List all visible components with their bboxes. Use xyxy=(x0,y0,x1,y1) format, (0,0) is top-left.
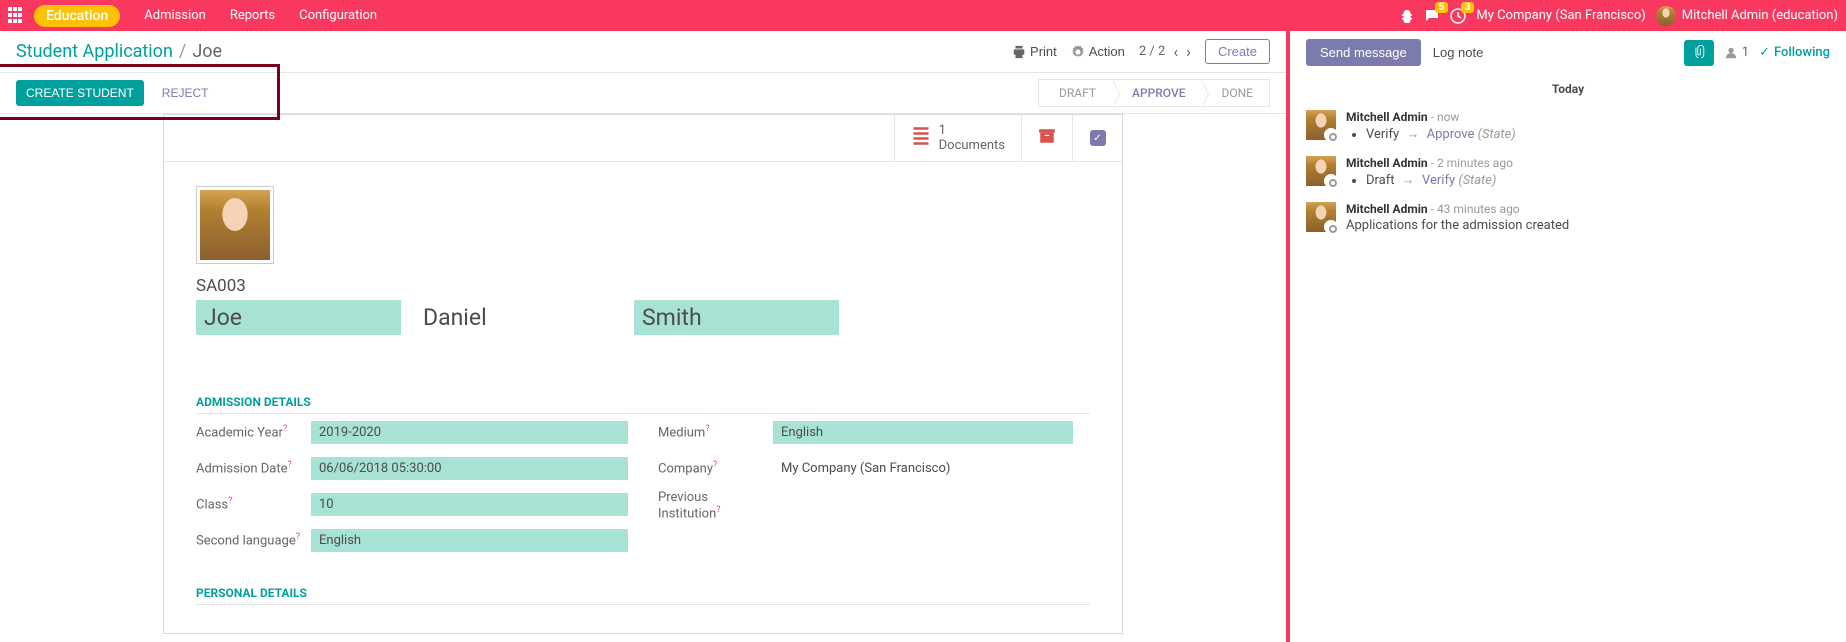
apps-icon[interactable] xyxy=(8,7,26,25)
section-personal-details: PERSONAL DETAILS xyxy=(196,586,1090,605)
student-avatar[interactable] xyxy=(196,186,274,264)
message-item: Mitchell Admin - now Verify → Approve (S… xyxy=(1290,104,1846,150)
documents-icon xyxy=(911,126,931,151)
field-second-language[interactable]: English xyxy=(311,529,628,552)
arrow-icon: → xyxy=(1406,127,1419,142)
field-medium[interactable]: English xyxy=(773,421,1073,444)
middle-name-field[interactable]: Daniel xyxy=(415,300,620,335)
reject-button[interactable]: REJECT xyxy=(152,80,219,106)
documents-count: 1 xyxy=(939,123,1005,138)
tracking-field: (State) xyxy=(1458,173,1496,188)
status-steps: DRAFT APPROVE DONE xyxy=(1038,79,1270,107)
message-item: Mitchell Admin - 43 minutes ago Applicat… xyxy=(1290,196,1846,239)
send-message-button[interactable]: Send message xyxy=(1306,39,1421,66)
label-medium: Medium? xyxy=(658,424,773,440)
field-class[interactable]: 10 xyxy=(311,493,628,516)
user-avatar-icon xyxy=(1656,6,1676,26)
status-step-done[interactable]: DONE xyxy=(1201,79,1270,107)
student-code: SA003 xyxy=(196,276,1090,296)
tracking-field: (State) xyxy=(1478,127,1516,142)
followers-count[interactable]: 1 xyxy=(1724,45,1749,60)
following-button[interactable]: ✓ Following xyxy=(1759,45,1830,60)
paperclip-icon xyxy=(1692,44,1706,58)
message-author[interactable]: Mitchell Admin xyxy=(1346,110,1428,124)
avatar[interactable] xyxy=(1306,110,1336,140)
tracking-new[interactable]: Verify xyxy=(1422,173,1455,188)
message-time: - 2 minutes ago xyxy=(1431,156,1513,170)
documents-button[interactable]: 1 Documents xyxy=(894,115,1021,161)
pager-value[interactable]: 2 / 2 xyxy=(1139,44,1165,59)
breadcrumb-root[interactable]: Student Application xyxy=(16,41,173,62)
debug-icon[interactable] xyxy=(1400,9,1414,23)
last-name-field[interactable]: Smith xyxy=(634,300,839,335)
chatter: Send message Log note 1 ✓ Following Toda… xyxy=(1290,31,1846,642)
check-icon: ✓ xyxy=(1759,45,1770,60)
button-box: 1 Documents ✓ xyxy=(164,115,1122,162)
label-admission-date: Admission Date? xyxy=(196,460,311,476)
user-name: Mitchell Admin (education) xyxy=(1682,8,1838,23)
check-icon: ✓ xyxy=(1090,130,1106,146)
log-note-button[interactable]: Log note xyxy=(1433,45,1484,60)
message-body: Applications for the admission created xyxy=(1346,218,1830,233)
breadcrumb: Student Application / Joe xyxy=(16,41,222,62)
pager-next-icon[interactable]: › xyxy=(1186,42,1191,61)
print-icon xyxy=(1012,45,1026,59)
label-academic-year: Academic Year? xyxy=(196,424,311,440)
status-step-approve[interactable]: APPROVE xyxy=(1112,79,1202,107)
field-company[interactable]: My Company (San Francisco) xyxy=(773,457,1090,480)
nav-link-configuration[interactable]: Configuration xyxy=(287,8,389,23)
activity-badge: 3 xyxy=(1461,2,1475,13)
message-item: Mitchell Admin - 2 minutes ago Draft → V… xyxy=(1290,150,1846,196)
tracking-new[interactable]: Approve xyxy=(1427,127,1475,142)
brand-pill[interactable]: Education xyxy=(34,5,120,27)
breadcrumb-sep: / xyxy=(179,41,186,62)
clock-icon[interactable]: 3 xyxy=(1450,8,1466,24)
archive-icon xyxy=(1038,127,1056,149)
label-second-language: Second language? xyxy=(196,532,311,548)
control-panel: Student Application / Joe Print Action 2… xyxy=(0,31,1286,72)
message-time: - now xyxy=(1431,110,1460,124)
documents-label: Documents xyxy=(939,138,1005,153)
archive-button[interactable] xyxy=(1021,115,1072,161)
form-sheet: 1 Documents ✓ xyxy=(163,114,1123,634)
tracking-old: Draft xyxy=(1366,173,1395,188)
company-switcher[interactable]: My Company (San Francisco) xyxy=(1476,8,1645,23)
avatar[interactable] xyxy=(1306,156,1336,186)
active-toggle[interactable]: ✓ xyxy=(1072,115,1122,161)
message-time: - 43 minutes ago xyxy=(1431,202,1520,216)
nav-link-admission[interactable]: Admission xyxy=(132,8,218,23)
field-admission-date[interactable]: 06/06/2018 05:30:00 xyxy=(311,457,628,480)
label-previous-institution: Previous Institution? xyxy=(658,490,773,521)
section-admission-details: ADMISSION DETAILS xyxy=(196,395,1090,414)
field-previous-institution[interactable] xyxy=(773,502,1090,510)
avatar[interactable] xyxy=(1306,202,1336,232)
chat-badge: 5 xyxy=(1435,2,1449,13)
label-class: Class? xyxy=(196,496,311,512)
label-company: Company? xyxy=(658,460,773,476)
status-step-draft[interactable]: DRAFT xyxy=(1038,79,1112,107)
pager: 2 / 2 ‹ › xyxy=(1139,42,1191,61)
action-button[interactable]: Action xyxy=(1071,44,1125,59)
arrow-icon: → xyxy=(1402,173,1415,188)
create-student-button[interactable]: CREATE STUDENT xyxy=(16,80,144,106)
breadcrumb-current: Joe xyxy=(192,41,222,62)
field-academic-year[interactable]: 2019-2020 xyxy=(311,421,628,444)
user-menu[interactable]: Mitchell Admin (education) xyxy=(1656,6,1838,26)
date-separator: Today xyxy=(1290,74,1846,104)
tracking-old: Verify xyxy=(1366,127,1399,142)
first-name-field[interactable]: Joe xyxy=(196,300,401,335)
attach-button[interactable] xyxy=(1684,40,1714,66)
nav-link-reports[interactable]: Reports xyxy=(218,8,287,23)
message-author[interactable]: Mitchell Admin xyxy=(1346,202,1428,216)
message-author[interactable]: Mitchell Admin xyxy=(1346,156,1428,170)
print-button[interactable]: Print xyxy=(1012,44,1057,59)
user-icon xyxy=(1724,46,1738,60)
pager-prev-icon[interactable]: ‹ xyxy=(1173,42,1178,61)
status-bar: CREATE STUDENT REJECT DRAFT APPROVE DONE xyxy=(0,72,1286,114)
gear-icon xyxy=(1071,45,1085,59)
navbar: Education Admission Reports Configuratio… xyxy=(0,0,1846,31)
chat-icon[interactable]: 5 xyxy=(1424,8,1440,24)
create-button[interactable]: Create xyxy=(1205,39,1270,64)
